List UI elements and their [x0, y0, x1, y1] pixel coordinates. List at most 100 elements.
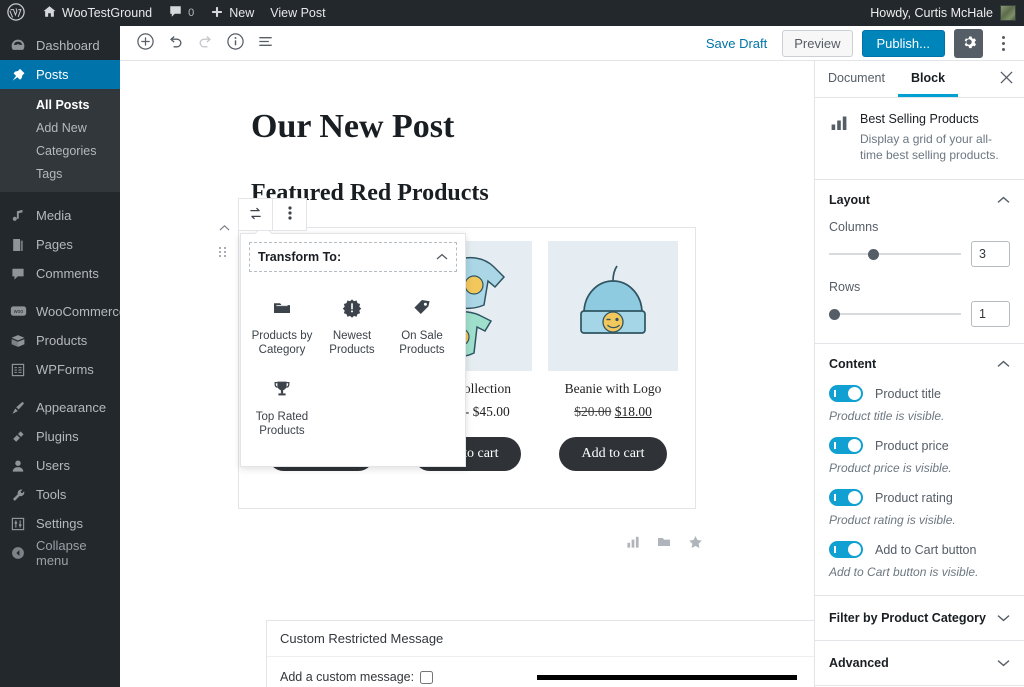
sidebar-label-settings: Settings [36, 516, 83, 531]
transform-popover-header[interactable]: Transform To: [249, 242, 457, 272]
drag-handle-icon[interactable] [219, 247, 229, 257]
block-heading[interactable]: Featured Red Products [251, 180, 814, 207]
more-menu-button[interactable] [992, 29, 1014, 58]
comments-menu[interactable]: 0 [160, 0, 202, 26]
submenu-item-categories[interactable]: Categories [0, 140, 120, 163]
site-name-menu[interactable]: WooTestGround [34, 0, 160, 26]
publish-button[interactable]: Publish... [861, 29, 945, 57]
sidebar-item-woocommerce[interactable]: woo WooCommerce [0, 297, 126, 326]
move-block-up-button[interactable] [219, 223, 230, 235]
list-view-button[interactable] [250, 28, 280, 58]
sidebar-item-pages[interactable]: Pages [0, 230, 120, 259]
sidebar-label-collapse-menu: Collapse menu [36, 537, 87, 568]
transform-option-label: Top Rated Products [255, 411, 309, 437]
columns-number-input[interactable]: 3 [971, 241, 1010, 267]
howdy-label[interactable]: Howdy, Curtis McHale [870, 6, 993, 20]
sidebar-item-collapse-menu[interactable]: Collapse menu [0, 537, 120, 568]
add-custom-message-checkbox[interactable] [420, 670, 434, 684]
product-rating-help: Product rating is visible. [829, 513, 956, 527]
sidebar-item-wpforms[interactable]: WPForms [0, 355, 120, 384]
folder-icon[interactable] [656, 534, 672, 554]
sidebar-item-products[interactable]: Products [0, 326, 120, 355]
sidebar-item-appearance[interactable]: Appearance [0, 393, 120, 422]
sidebar-item-plugins[interactable]: Plugins [0, 422, 120, 451]
tab-block[interactable]: Block [897, 61, 959, 97]
chevron-up-icon[interactable] [997, 193, 1010, 207]
star-icon[interactable] [687, 534, 704, 554]
sidebar-label-users: Users [36, 458, 70, 473]
submenu-item-add-new[interactable]: Add New [0, 117, 120, 140]
layout-panel-header[interactable]: Layout [829, 193, 1010, 207]
chevron-down-icon[interactable] [997, 611, 1010, 625]
site-name-label: WooTestGround [62, 6, 153, 20]
save-draft-button[interactable]: Save Draft [700, 32, 773, 55]
view-post-link[interactable]: View Post [262, 0, 333, 26]
rows-slider[interactable] [829, 307, 961, 321]
chevron-down-icon[interactable] [997, 656, 1010, 670]
filter-by-product-category-panel[interactable]: Filter by Product Category [815, 596, 1024, 641]
sidebar-label-wpforms: WPForms [36, 362, 94, 377]
content-panel-header[interactable]: Content [829, 357, 1010, 371]
pages-icon [9, 237, 27, 253]
redacted-bar [537, 674, 798, 680]
advanced-panel-title: Advanced [829, 656, 889, 670]
settings-toggle-button[interactable] [954, 28, 983, 58]
add-block-button[interactable] [130, 28, 160, 58]
redo-button[interactable] [190, 28, 220, 58]
block-toolbar [238, 198, 307, 231]
transform-option-newest-products[interactable]: Newest Products [317, 284, 387, 365]
content-info-button[interactable] [220, 28, 250, 58]
transform-option-products-by-category[interactable]: Products by Category [247, 284, 317, 365]
add-to-cart-toggle[interactable] [829, 541, 863, 558]
product-rating-toggle[interactable] [829, 489, 863, 506]
bar-chart-icon[interactable] [625, 534, 641, 554]
advanced-panel[interactable]: Advanced [815, 641, 1024, 686]
slider-thumb[interactable] [829, 309, 840, 320]
sidebar-item-users[interactable]: Users [0, 451, 120, 480]
columns-slider[interactable] [829, 247, 961, 261]
sidebar-item-posts[interactable]: Posts [0, 60, 120, 89]
product-title-toggle[interactable] [829, 385, 863, 402]
block-settings-sidebar: Document Block Best Selling Products Dis… [814, 61, 1024, 687]
sidebar-item-media[interactable]: Media [0, 201, 120, 230]
submenu-item-tags[interactable]: Tags [0, 163, 120, 186]
page-title[interactable]: Our New Post [251, 108, 814, 146]
sidebar-label-products: Products [36, 333, 88, 348]
comments-count: 0 [188, 7, 195, 19]
product-price-toggle[interactable] [829, 437, 863, 454]
undo-button[interactable] [160, 28, 190, 58]
close-sidebar-button[interactable] [988, 61, 1024, 97]
wordpress-logo-menu[interactable] [0, 0, 34, 26]
chevron-up-icon[interactable] [997, 357, 1010, 371]
product-card[interactable]: Beanie with Logo $20.00 $18.00 Add to ca… [540, 241, 686, 471]
add-to-cart-button[interactable]: Add to cart [558, 437, 668, 471]
transform-options-grid: Products by Category Newest Products On … [241, 280, 465, 466]
metabox-header[interactable]: Custom Restricted Message ▲ [267, 621, 814, 657]
sidebar-item-settings[interactable]: Settings [0, 509, 120, 538]
slider-thumb[interactable] [867, 249, 879, 260]
product-price-toggle-row: Product price [829, 437, 1010, 454]
tab-document[interactable]: Document [815, 61, 898, 97]
new-content-menu[interactable]: New [202, 0, 262, 26]
product-price: $20.00 $18.00 [540, 404, 686, 420]
transform-option-top-rated-products[interactable]: Top Rated Products [247, 365, 317, 446]
sidebar-item-dashboard[interactable]: Dashboard [0, 31, 120, 60]
block-more-options-button[interactable] [273, 199, 306, 230]
transform-block-button[interactable] [239, 199, 272, 230]
custom-restricted-message-metabox: Custom Restricted Message ▲ Add a custom… [266, 620, 814, 687]
preview-button[interactable]: Preview [782, 29, 853, 57]
transform-option-on-sale-products[interactable]: On Sale Products [387, 284, 457, 365]
content-panel-title: Content [829, 357, 877, 371]
sidebar-label-tools: Tools [36, 487, 67, 502]
rows-number-input[interactable]: 1 [971, 301, 1010, 327]
vertical-dots-icon [1001, 35, 1005, 39]
product-name[interactable]: Beanie with Logo [540, 381, 686, 397]
view-post-label: View Post [270, 6, 326, 20]
sidebar-item-comments[interactable]: Comments [0, 259, 120, 288]
avatar[interactable] [1000, 5, 1016, 21]
posts-submenu: All Posts Add New Categories Tags [0, 89, 120, 192]
submenu-item-all-posts[interactable]: All Posts [0, 94, 120, 117]
sidebar-item-tools[interactable]: Tools [0, 480, 120, 509]
product-price-help: Product price is visible. [829, 461, 952, 475]
chevron-up-icon[interactable] [436, 250, 448, 264]
